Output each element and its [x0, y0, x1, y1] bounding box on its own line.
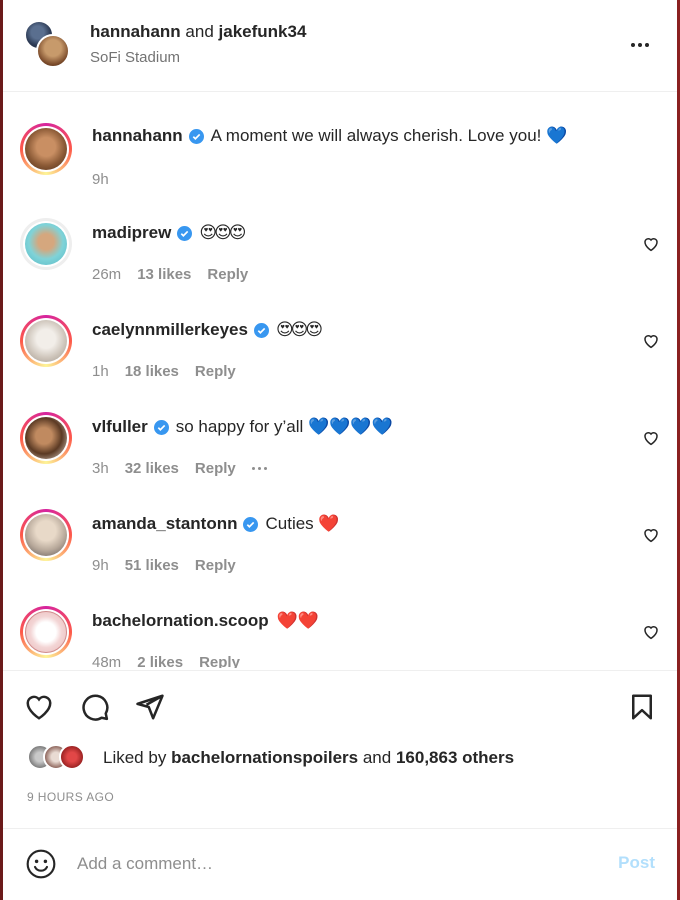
comment-item: madiprew 😍😍😍 26m 13 likes Reply: [3, 210, 677, 307]
comment-meta: 3h 32 likes Reply: [92, 460, 267, 477]
comment-username[interactable]: amanda_stantonn: [92, 514, 237, 534]
comment-username[interactable]: hannahann: [92, 126, 183, 146]
avatar[interactable]: [20, 315, 72, 367]
bookmark-save-icon[interactable]: [627, 692, 657, 722]
authors-conjunction: and: [185, 22, 214, 41]
like-heart-icon[interactable]: [24, 692, 54, 722]
comment-item: vlfuller so happy for y’all 💙💙💙💙 3h 32 l…: [3, 404, 677, 501]
comment-meta: 26m 13 likes Reply: [92, 266, 248, 283]
comment-body: so happy for y’all 💙💙💙💙: [175, 417, 393, 436]
avatar[interactable]: [20, 412, 72, 464]
post-panel: hannahann and jakefunk34 SoFi Stadium ha…: [3, 0, 677, 900]
comment-text: madiprew 😍😍😍: [92, 223, 247, 243]
likes-count-link[interactable]: 160,863 others: [396, 748, 514, 767]
reply-button[interactable]: Reply: [195, 557, 236, 574]
collab-avatars[interactable]: [24, 20, 72, 70]
liked-by-user-link[interactable]: bachelornationspoilers: [171, 748, 358, 767]
post-comment-button[interactable]: Post: [618, 853, 655, 873]
avatar: [36, 34, 70, 68]
comments-list[interactable]: hannahann A moment we will always cheris…: [3, 93, 677, 668]
comment-body: 😍😍😍: [275, 320, 323, 340]
comment-meta: 1h 18 likes Reply: [92, 363, 236, 380]
divider: [3, 828, 677, 829]
avatar[interactable]: [20, 218, 72, 270]
comment-likes[interactable]: 51 likes: [125, 557, 179, 574]
comment-text: amanda_stantonn Cuties ❤️: [92, 514, 340, 534]
dot-icon: [645, 43, 649, 47]
comment-item: bachelornation.scoop ❤️❤️ 48m 2 likes Re…: [3, 598, 677, 668]
post-timestamp[interactable]: 9 HOURS AGO: [27, 790, 114, 804]
comment-item: amanda_stantonn Cuties ❤️ 9h 51 likes Re…: [3, 501, 677, 598]
reply-button[interactable]: Reply: [195, 460, 236, 477]
comment-time[interactable]: 1h: [92, 363, 109, 380]
emoji-picker-icon[interactable]: [25, 848, 57, 880]
liked-by-prefix: Liked by: [103, 748, 167, 767]
verified-badge-icon: [253, 322, 269, 338]
comment-meta: 48m 2 likes Reply: [92, 654, 240, 668]
comment-likes[interactable]: 32 likes: [125, 460, 179, 477]
comment-body: 😍😍😍: [199, 223, 246, 243]
comment-username[interactable]: vlfuller: [92, 417, 148, 437]
like-comment-heart-icon[interactable]: [642, 235, 660, 253]
location-link[interactable]: SoFi Stadium: [90, 49, 180, 66]
comment-likes[interactable]: 18 likes: [125, 363, 179, 380]
author-link-1[interactable]: hannahann: [90, 22, 181, 41]
verified-badge-icon: [243, 516, 259, 532]
comment-time[interactable]: 9h: [92, 171, 109, 188]
liked-by-middle: and: [362, 748, 392, 767]
dot-icon: [638, 43, 642, 47]
comment-options-button[interactable]: [251, 467, 267, 470]
like-comment-heart-icon[interactable]: [642, 623, 660, 641]
comment-username[interactable]: madiprew: [92, 223, 171, 243]
comment-likes[interactable]: 2 likes: [137, 654, 183, 668]
verified-badge-icon: [153, 419, 169, 435]
comment-body: A moment we will always cherish. Love yo…: [210, 126, 568, 145]
liked-by-text: Liked by bachelornationspoilers and 160,…: [103, 748, 514, 768]
divider: [3, 670, 677, 671]
dot-icon: [631, 43, 635, 47]
avatar[interactable]: [20, 123, 72, 175]
verified-badge-icon: [188, 128, 204, 144]
comment-meta: 9h 51 likes Reply: [92, 557, 236, 574]
reply-button[interactable]: Reply: [207, 266, 248, 283]
reply-button[interactable]: Reply: [195, 363, 236, 380]
post-authors: hannahann and jakefunk34: [90, 22, 306, 42]
avatar[interactable]: [20, 606, 72, 658]
like-comment-heart-icon[interactable]: [642, 526, 660, 544]
comment-time[interactable]: 9h: [92, 557, 109, 574]
verified-badge-icon: [177, 225, 193, 241]
like-comment-heart-icon[interactable]: [642, 332, 660, 350]
comment-likes[interactable]: 13 likes: [137, 266, 191, 283]
comment-time[interactable]: 3h: [92, 460, 109, 477]
comment-bubble-icon[interactable]: [80, 692, 110, 722]
comment-body: ❤️❤️: [276, 611, 319, 630]
reply-button[interactable]: Reply: [199, 654, 240, 668]
caption-item: hannahann A moment we will always cheris…: [3, 113, 677, 210]
comment-meta: 9h: [92, 171, 109, 188]
comment-text: caelynnmillerkeyes 😍😍😍: [92, 320, 323, 340]
comment-item: caelynnmillerkeyes 😍😍😍 1h 18 likes Reply: [3, 307, 677, 404]
like-comment-heart-icon[interactable]: [642, 429, 660, 447]
comment-text: bachelornation.scoop ❤️❤️: [92, 611, 319, 631]
comment-username[interactable]: bachelornation.scoop: [92, 611, 269, 631]
post-header: hannahann and jakefunk34 SoFi Stadium: [3, 0, 677, 92]
caption-text: hannahann A moment we will always cheris…: [92, 126, 567, 146]
avatar[interactable]: [20, 509, 72, 561]
share-send-icon[interactable]: [135, 692, 165, 722]
more-options-button[interactable]: [628, 36, 652, 54]
comment-username[interactable]: caelynnmillerkeyes: [92, 320, 248, 340]
comment-body: Cuties ❤️: [265, 514, 340, 533]
comment-time[interactable]: 48m: [92, 654, 121, 668]
comment-text: vlfuller so happy for y’all 💙💙💙💙: [92, 417, 393, 437]
comment-time[interactable]: 26m: [92, 266, 121, 283]
avatar: [59, 744, 85, 770]
add-comment-input[interactable]: [77, 850, 597, 878]
author-link-2[interactable]: jakefunk34: [219, 22, 307, 41]
